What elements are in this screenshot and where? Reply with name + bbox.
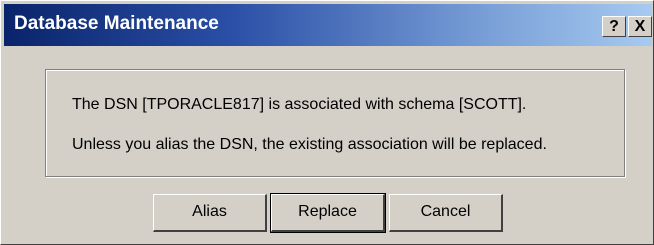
message-group-box: The DSN [TPORACLE817] is associated with…	[45, 69, 625, 177]
replace-button[interactable]: Replace	[270, 193, 386, 233]
message-line-replace-warning: Unless you alias the DSN, the existing a…	[72, 136, 547, 153]
alias-button[interactable]: Alias	[153, 194, 267, 232]
help-button[interactable]: ?	[602, 16, 626, 37]
message-line-dsn-association: The DSN [TPORACLE817] is associated with…	[72, 96, 527, 113]
cancel-button[interactable]: Cancel	[389, 194, 503, 232]
window-title: Database Maintenance	[14, 13, 219, 34]
database-maintenance-dialog: Database Maintenance ? X The DSN [TPORAC…	[0, 0, 654, 245]
close-button[interactable]: X	[628, 16, 652, 37]
title-bar[interactable]: Database Maintenance ? X	[4, 4, 652, 46]
